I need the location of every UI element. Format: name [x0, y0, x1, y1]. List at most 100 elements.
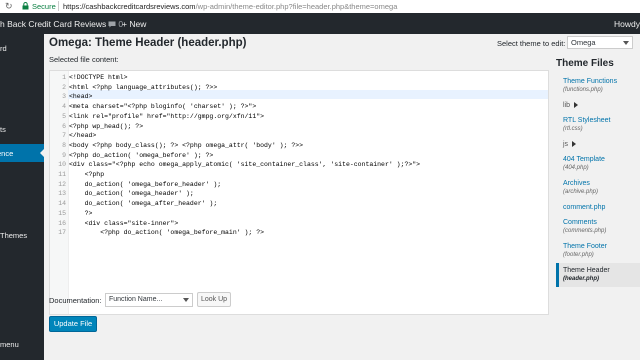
sidebar-item-themes[interactable]: Themes: [0, 231, 27, 240]
theme-file-name: (archive.php): [563, 189, 599, 195]
chevron-down-icon: [623, 41, 629, 45]
function-name-select[interactable]: Function Name...: [105, 293, 193, 307]
divider: [58, 1, 59, 11]
theme-select-value: Omega: [571, 38, 596, 47]
sidebar-item-dashboard[interactable]: rd: [0, 44, 7, 53]
code-line: <?php do_action( 'omega_before_main' ); …: [69, 229, 265, 237]
line-number: 17: [58, 229, 66, 237]
line-number: 11: [58, 171, 66, 178]
code-line: </head>: [69, 132, 97, 140]
code-editor[interactable]: 1 2 3 4 5 6 7 8 9 10 11 12 13 14 15 16 17 <!DOCTYPE html…: [49, 70, 549, 315]
line-number: 13: [58, 190, 66, 198]
line-number: 9: [62, 151, 66, 159]
code-line: do_action( 'omega_header' );: [69, 190, 194, 198]
secure-label: Secure: [32, 2, 56, 11]
sidebar-item-posts[interactable]: ts: [0, 125, 6, 134]
line-number: 8: [62, 141, 66, 149]
comment-icon: [108, 21, 116, 28]
line-number: 7: [62, 132, 66, 140]
sidebar-item-appearance[interactable]: ence: [0, 144, 44, 162]
browser-address-bar: ↻ Secure https://cashbackcreditcardsrevi…: [0, 0, 640, 14]
line-number: 16: [58, 219, 66, 227]
theme-file-label: Theme Footer: [563, 243, 607, 250]
theme-file-footer[interactable]: Theme Footer (footer.php): [556, 239, 640, 263]
theme-file-name: (404.php): [563, 165, 589, 171]
main-content: Omega: Theme Header (header.php) Select …: [44, 34, 640, 360]
line-number: 6: [62, 122, 66, 130]
code-line: <?php: [69, 171, 105, 178]
look-up-button[interactable]: Look Up: [197, 292, 231, 307]
lock-icon: [22, 2, 29, 10]
theme-file-label: lib: [563, 102, 571, 109]
theme-file-label: RTL Stylesheet: [563, 117, 611, 124]
line-number: 1: [62, 74, 66, 81]
theme-file-functions[interactable]: Theme Functions (functions.php): [556, 74, 640, 98]
line-number-gutter: 1 2 3 4 5 6 7 8 9 10 11 12 13 14 15 16 17: [50, 71, 69, 314]
page-title: Omega: Theme Header (header.php): [49, 37, 247, 49]
theme-folder-js[interactable]: js: [556, 137, 640, 152]
theme-file-label: Archives: [563, 180, 590, 187]
code-line: do_action( 'omega_after_header' );: [69, 200, 218, 208]
theme-file-label: Theme Functions: [563, 78, 618, 85]
site-name-link[interactable]: h Back Credit Card Reviews: [0, 19, 106, 29]
sidebar-item-label: ence: [0, 149, 14, 158]
line-number: 12: [58, 180, 66, 188]
select-theme-label: Select theme to edit:: [497, 39, 566, 48]
line-number: 3: [62, 93, 66, 101]
theme-file-comments[interactable]: Comments (comments.php): [556, 215, 640, 239]
code-line: ?>: [69, 209, 93, 217]
file-content-label: Selected file content:: [49, 55, 119, 64]
url-path: /wp-admin/theme-editor.php?file=header.p…: [195, 2, 398, 11]
admin-bar: h Back Credit Card Reviews 0 + New Howdy: [0, 13, 640, 34]
code-line: <meta charset="<?php bloginfo( 'charset'…: [69, 103, 257, 111]
theme-file-name: (comments.php): [563, 228, 607, 234]
theme-file-comment[interactable]: comment.php: [556, 200, 640, 215]
theme-file-name: (header.php): [563, 276, 600, 282]
theme-file-header[interactable]: Theme Header (header.php): [556, 263, 640, 287]
chevron-down-icon: [183, 298, 189, 302]
code-line: <?php do_action( 'omega_before' ); ?>: [69, 151, 214, 159]
code-line: <body <?php body_class(); ?> <?php omega…: [69, 141, 304, 149]
documentation-label: Documentation:: [49, 296, 102, 305]
admin-sidebar: rd ts ence Themes menu: [0, 34, 44, 360]
code-line: <link rel="profile" href="http://gmpg.or…: [69, 112, 265, 120]
code-line: <?php wp_head(); ?>: [69, 122, 144, 130]
url-host: https://cashbackcreditcardsreviews.com: [63, 2, 196, 11]
code-line: do_action( 'omega_before_header' );: [69, 180, 222, 188]
line-number: 14: [58, 200, 66, 208]
line-number: 15: [58, 209, 66, 217]
theme-files-heading: Theme Files: [556, 58, 614, 69]
reload-icon[interactable]: ↻: [5, 1, 13, 12]
code-line: <div class="site-inner">: [69, 219, 179, 227]
sidebar-item-collapse-menu[interactable]: menu: [0, 340, 19, 349]
active-line-highlight: [68, 90, 548, 99]
theme-file-label: 404 Template: [563, 156, 605, 163]
code-line: <html <?php language_attributes(); ?>>: [69, 83, 218, 91]
theme-file-label: Theme Header: [563, 267, 610, 274]
theme-file-name: (footer.php): [563, 252, 594, 258]
new-content-button[interactable]: + New: [122, 19, 146, 29]
theme-file-name: (functions.php): [563, 87, 603, 93]
howdy-account-menu[interactable]: Howdy: [614, 19, 640, 29]
line-number: 10: [58, 161, 66, 169]
theme-file-404[interactable]: 404 Template (404.php): [556, 152, 640, 176]
line-number: 5: [62, 112, 66, 120]
function-name-placeholder: Function Name...: [109, 296, 163, 303]
theme-file-label: comment.php: [563, 204, 606, 211]
line-number: 2: [62, 83, 66, 91]
url-field[interactable]: https://cashbackcreditcardsreviews.com/w…: [63, 2, 397, 11]
caret-right-icon: [572, 141, 577, 148]
code-line: <head>: [69, 93, 93, 101]
theme-select[interactable]: Omega: [567, 36, 633, 49]
update-file-button[interactable]: Update File: [49, 316, 97, 332]
theme-file-label: js: [563, 141, 569, 148]
theme-file-archives[interactable]: Archives (archive.php): [556, 176, 640, 200]
code-line: <div class="<?php echo omega_apply_atomi…: [69, 161, 421, 169]
caret-right-icon: [574, 102, 579, 109]
code-line: <!DOCTYPE html>: [69, 74, 128, 81]
line-number: 4: [62, 103, 66, 111]
theme-file-rtl[interactable]: RTL Stylesheet (rtl.css): [556, 113, 640, 137]
comments-link[interactable]: 0: [108, 19, 123, 29]
theme-file-name: (rtl.css): [563, 126, 583, 132]
theme-folder-lib[interactable]: lib: [556, 98, 640, 113]
